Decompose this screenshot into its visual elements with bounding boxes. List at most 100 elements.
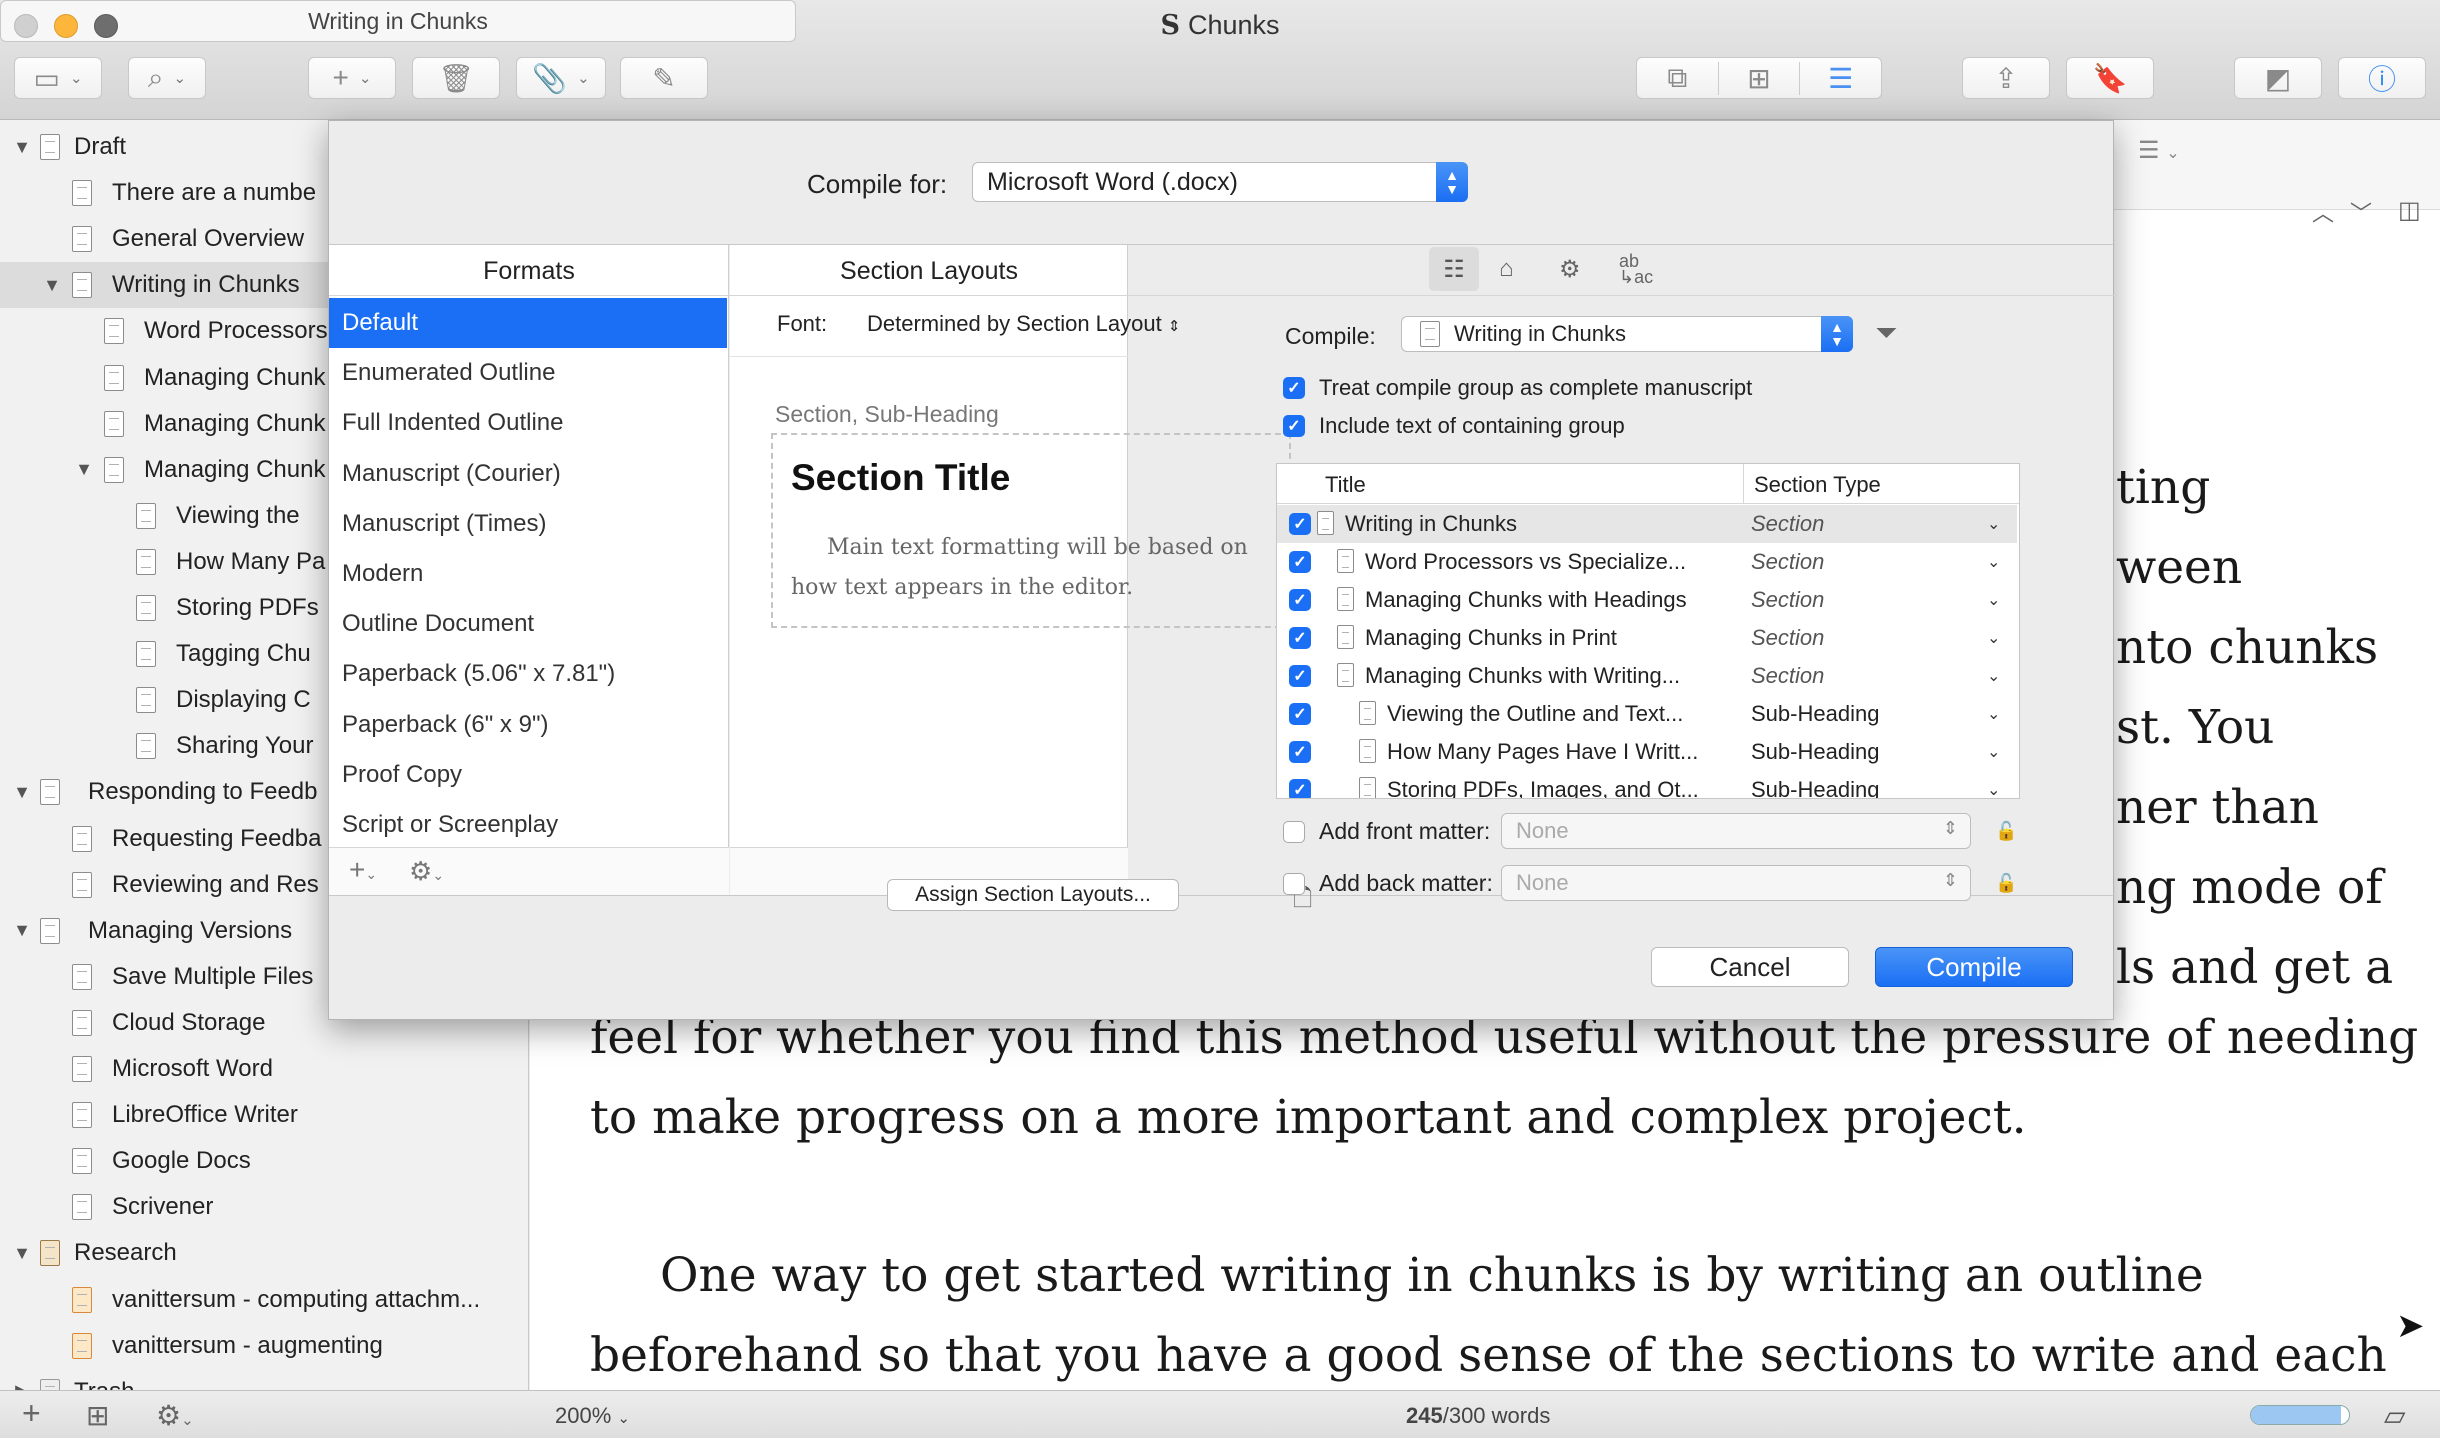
quick-reference-button[interactable]: ✎ <box>620 57 708 99</box>
include-group-text-checkbox[interactable]: ✓ <box>1283 415 1305 437</box>
disclosure-expanded-icon[interactable]: ▼ <box>12 782 32 803</box>
format-item[interactable]: Script or Screenplay <box>329 800 727 847</box>
search-button[interactable]: ⌕ ⌄ <box>128 57 206 99</box>
lock-icon[interactable]: 🔓 <box>1995 873 2017 894</box>
section-type-select[interactable]: Section <box>1751 549 1824 575</box>
targets-icon[interactable]: ▱ <box>2384 1399 2406 1432</box>
include-checkbox[interactable]: ✓ <box>1289 741 1311 763</box>
gear-icon[interactable]: ⚙⌄ <box>156 1399 194 1432</box>
binder-item[interactable]: ▶ Trash <box>0 1369 528 1390</box>
bookmark-button[interactable]: 🔖 <box>2066 57 2154 99</box>
table-row[interactable]: ✓ Viewing the Outline and Text... Sub-Head… <box>1277 695 2017 733</box>
chevron-down-icon[interactable]: ⌄ <box>1987 666 2000 686</box>
include-checkbox[interactable]: ✓ <box>1289 589 1311 611</box>
options-tab-gear-icon[interactable]: ⚙ <box>1559 255 1581 284</box>
compose-mode-button[interactable]: ◩ <box>2234 57 2322 99</box>
disclosure-expanded-icon[interactable]: ▼ <box>12 137 32 158</box>
chevron-down-icon[interactable]: ⌄ <box>1987 514 2000 534</box>
section-type-select[interactable]: Section <box>1751 663 1824 689</box>
chevron-down-icon[interactable]: ⌄ <box>1987 742 2000 762</box>
compile-button[interactable]: Compile <box>1875 947 2073 987</box>
font-select[interactable]: Determined by Section Layout ⇕ <box>867 311 1180 337</box>
chevron-down-icon[interactable]: ⌄ <box>1987 628 2000 648</box>
include-checkbox[interactable]: ✓ <box>1289 513 1311 535</box>
format-item[interactable]: Outline Document <box>329 599 727 649</box>
include-checkbox[interactable]: ✓ <box>1289 551 1311 573</box>
add-item-icon[interactable]: + <box>22 1395 41 1432</box>
binder-item[interactable]: Google Docs <box>0 1138 528 1184</box>
nav-up-icon[interactable]: ︿ <box>2312 196 2334 228</box>
assign-section-layouts-button[interactable]: Assign Section Layouts... <box>887 879 1179 911</box>
section-type-select[interactable]: Sub-Heading <box>1751 739 1879 765</box>
inspector-button[interactable]: ⓘ <box>2338 57 2426 99</box>
format-item[interactable]: Default <box>329 298 727 348</box>
format-item[interactable]: Full Indented Outline <box>329 398 727 448</box>
include-checkbox[interactable]: ✓ <box>1289 703 1311 725</box>
binder-item[interactable]: vanittersum - augmenting <box>0 1323 528 1369</box>
contents-tab-list-icon[interactable]: ☷ <box>1429 247 1479 291</box>
include-checkbox[interactable]: ✓ <box>1289 779 1311 798</box>
scrivenings-icon[interactable]: ⧉ <box>1637 62 1718 95</box>
share-button[interactable]: ⇪ <box>1962 57 2050 99</box>
compile-for-select[interactable]: Microsoft Word (.docx) ▲ ▼ <box>972 162 1468 202</box>
gear-icon[interactable]: ⚙⌄ <box>409 856 444 887</box>
corkboard-icon[interactable]: ⊞ <box>1717 61 1800 95</box>
add-format-icon[interactable]: +⌄ <box>349 854 377 886</box>
section-type-select[interactable]: Section <box>1751 587 1824 613</box>
col-title-header[interactable]: Title <box>1325 472 1366 498</box>
chevron-down-icon[interactable]: ⌄ <box>1987 590 2000 610</box>
format-item[interactable]: Manuscript (Courier) <box>329 449 727 499</box>
include-checkbox[interactable]: ✓ <box>1289 665 1311 687</box>
nav-down-icon[interactable]: ﹀ <box>2350 196 2372 228</box>
binder-item[interactable]: ▼ Research <box>0 1230 528 1276</box>
front-matter-select[interactable]: None ⇕ <box>1501 813 1971 849</box>
format-item[interactable]: Proof Copy <box>329 750 727 800</box>
attachment-button[interactable]: 📎 ⌄ <box>516 57 606 99</box>
lock-icon[interactable]: 🔓 <box>1995 821 2017 842</box>
zoom-select[interactable]: 200% ⌄ <box>555 1403 630 1429</box>
layout-preview[interactable]: Section Title Main text formatting will … <box>771 433 1291 628</box>
metadata-tab-tag-icon[interactable]: ⌂ <box>1499 255 1514 283</box>
table-row[interactable]: ✓ How Many Pages Have I Writt... Sub-Headi… <box>1277 733 2017 771</box>
binder-item[interactable]: Microsoft Word <box>0 1046 528 1092</box>
table-row[interactable]: ✓ Storing PDFs, Images, and Ot... Sub-Head… <box>1277 771 2017 798</box>
format-item[interactable]: Modern <box>329 549 727 599</box>
disclosure-collapsed-icon[interactable]: ▶ <box>12 1381 32 1390</box>
treat-as-manuscript-checkbox[interactable]: ✓ <box>1283 377 1305 399</box>
include-checkbox[interactable]: ✓ <box>1289 627 1311 649</box>
split-editor-icon[interactable]: ◫ <box>2398 196 2421 225</box>
format-item[interactable]: Paperback (6" x 9") <box>329 700 727 750</box>
view-mode-button[interactable]: ▭ ⌄ <box>14 57 102 99</box>
binder-item[interactable]: vanittersum - computing attachm... <box>0 1277 528 1323</box>
outliner-icon[interactable]: ☰ <box>1799 61 1881 95</box>
add-folder-icon[interactable]: ⊞ <box>86 1399 109 1432</box>
table-row[interactable]: ✓ Writing in Chunks Section ⌄ <box>1277 505 2017 543</box>
chevron-down-icon[interactable]: ⌄ <box>1987 704 2000 724</box>
format-item[interactable]: Paperback (5.06" x 7.81") <box>329 649 727 699</box>
back-matter-select[interactable]: None ⇕ <box>1501 865 1971 901</box>
section-type-select[interactable]: Section <box>1751 511 1824 537</box>
disclosure-expanded-icon[interactable]: ▼ <box>42 275 62 296</box>
table-row[interactable]: ✓ Word Processors vs Specialize... Section… <box>1277 543 2017 581</box>
binder-item[interactable]: LibreOffice Writer <box>0 1092 528 1138</box>
binder-item[interactable]: Scrivener <box>0 1184 528 1230</box>
col-section-type-header[interactable]: Section Type <box>1754 472 1881 498</box>
cancel-button[interactable]: Cancel <box>1651 947 1849 987</box>
table-row[interactable]: ✓ Managing Chunks with Writing... Section ⌄ <box>1277 657 2017 695</box>
disclosure-expanded-icon[interactable]: ▼ <box>12 920 32 941</box>
disclosure-expanded-icon[interactable]: ▼ <box>12 1243 32 1264</box>
table-row[interactable]: ✓ Managing Chunks in Print Section ⌄ <box>1277 619 2017 657</box>
section-type-select[interactable]: Sub-Heading <box>1751 701 1879 727</box>
add-button[interactable]: + ⌄ <box>308 57 396 99</box>
table-row[interactable]: ✓ Managing Chunks with Headings Section ⌄ <box>1277 581 2017 619</box>
replacements-tab-icon[interactable]: ab ↳ac <box>1619 252 1653 286</box>
section-type-select[interactable]: Section <box>1751 625 1824 651</box>
filter-icon[interactable]: ⏷ <box>1875 317 1897 350</box>
front-matter-checkbox[interactable] <box>1283 821 1305 843</box>
format-item[interactable]: Enumerated Outline <box>329 348 727 398</box>
chevron-down-icon[interactable]: ⌄ <box>1987 780 2000 798</box>
disclosure-expanded-icon[interactable]: ▼ <box>74 459 94 480</box>
back-matter-checkbox[interactable] <box>1283 873 1305 895</box>
trash-button[interactable]: 🗑 <box>412 57 500 99</box>
format-item[interactable]: Manuscript (Times) <box>329 499 727 549</box>
